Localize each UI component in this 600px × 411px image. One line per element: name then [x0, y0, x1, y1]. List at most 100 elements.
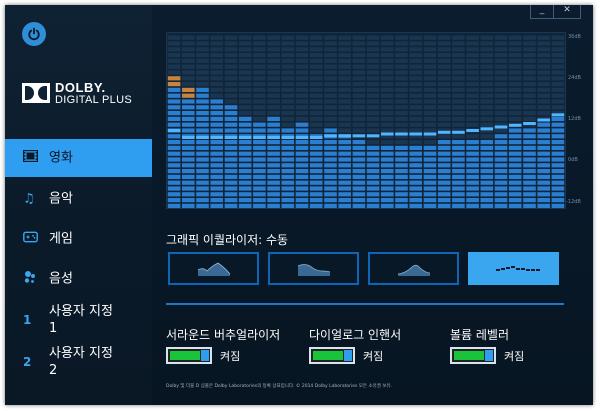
- eq-band-column[interactable]: [267, 35, 280, 208]
- eq-level-marker: [551, 113, 565, 117]
- volume-leveler-toggle[interactable]: [450, 347, 496, 364]
- eq-band-column[interactable]: [494, 35, 508, 208]
- eq-segment: [480, 192, 494, 197]
- toggle-thumb[interactable]: [344, 350, 352, 361]
- eq-segment: [452, 64, 465, 69]
- eq-segment: [437, 70, 451, 75]
- eq-segment: [338, 198, 351, 203]
- eq-segment: [537, 53, 550, 58]
- eq-segment: [238, 116, 252, 121]
- eq-segment: [182, 70, 195, 75]
- surround-virtualizer-toggle[interactable]: [166, 347, 212, 364]
- eq-segment: [295, 151, 309, 156]
- sidebar-item-custom-1[interactable]: 1 사용자 지정 1: [5, 300, 152, 340]
- preset-open-button[interactable]: [168, 252, 259, 285]
- eq-band-column[interactable]: [338, 35, 351, 208]
- eq-segment: [381, 122, 394, 127]
- toggle-fill: [454, 351, 484, 360]
- eq-band-column[interactable]: [324, 35, 337, 208]
- eq-band-column[interactable]: [196, 35, 209, 208]
- eq-band-column[interactable]: [210, 35, 223, 208]
- eq-segment: [480, 134, 494, 139]
- toggle-thumb[interactable]: [485, 350, 493, 361]
- eq-segment: [182, 53, 195, 58]
- close-button[interactable]: ✕: [553, 5, 581, 19]
- number-1-icon: 1: [23, 313, 32, 327]
- eq-segment: [437, 145, 451, 150]
- eq-band-column[interactable]: [508, 35, 522, 208]
- eq-segment: [338, 111, 351, 116]
- power-button[interactable]: [22, 22, 46, 46]
- sidebar-item-game[interactable]: 게임: [5, 220, 152, 258]
- eq-segment: [309, 140, 323, 145]
- eq-segment: [182, 99, 195, 104]
- eq-band-column[interactable]: [437, 35, 451, 208]
- dialogue-enhancer-toggle[interactable]: [309, 347, 355, 364]
- eq-band-column[interactable]: [395, 35, 408, 208]
- eq-band-column[interactable]: [224, 35, 238, 208]
- eq-segment: [182, 157, 195, 162]
- eq-band-column[interactable]: [366, 35, 380, 208]
- eq-band-column[interactable]: [295, 35, 309, 208]
- sidebar-item-movie[interactable]: 영화: [5, 139, 152, 177]
- eq-segment: [324, 41, 337, 46]
- eq-band-column[interactable]: [523, 35, 536, 208]
- eq-segment: [480, 70, 494, 75]
- preset-manual-button[interactable]: [468, 252, 559, 285]
- eq-segment: [452, 140, 465, 145]
- eq-segment: [366, 116, 380, 121]
- sidebar-item-voice[interactable]: 음성: [5, 260, 152, 298]
- eq-segment: [210, 116, 223, 121]
- eq-segment: [324, 128, 337, 133]
- preset-rich-button[interactable]: [268, 252, 359, 285]
- eq-band-column[interactable]: [423, 35, 437, 208]
- eq-band-column[interactable]: [281, 35, 295, 208]
- eq-segment: [238, 128, 252, 133]
- eq-segment: [295, 116, 309, 121]
- eq-segment: [295, 157, 309, 162]
- eq-band-column[interactable]: [238, 35, 252, 208]
- eq-segment: [466, 151, 479, 156]
- eq-segment: [253, 53, 266, 58]
- eq-segment: [224, 41, 238, 46]
- eq-band-column[interactable]: [167, 35, 181, 208]
- preset-focused-button[interactable]: [368, 252, 459, 285]
- graphic-equalizer-display[interactable]: [166, 32, 566, 209]
- toggle-thumb[interactable]: [201, 350, 209, 361]
- eq-segment: [210, 82, 223, 87]
- eq-band-column[interactable]: [309, 35, 323, 208]
- eq-band-column[interactable]: [352, 35, 366, 208]
- eq-band-column[interactable]: [253, 35, 266, 208]
- minimize-button[interactable]: _: [530, 5, 554, 19]
- eq-band-column[interactable]: [381, 35, 394, 208]
- eq-segment: [508, 198, 522, 203]
- sidebar-item-label: 영화: [49, 150, 73, 166]
- sidebar-item-custom-2[interactable]: 2 사용자 지정 2: [5, 342, 152, 382]
- eq-segment: [182, 82, 195, 87]
- eq-segment: [466, 82, 479, 87]
- eq-band-column[interactable]: [480, 35, 494, 208]
- eq-segment: [395, 93, 408, 98]
- eq-segment: [253, 180, 266, 185]
- eq-segment: [466, 41, 479, 46]
- eq-segment: [395, 87, 408, 92]
- eq-band-column[interactable]: [537, 35, 550, 208]
- eq-segment: [452, 116, 465, 121]
- eq-band-column[interactable]: [466, 35, 479, 208]
- eq-segment: [381, 169, 394, 174]
- eq-segment: [409, 198, 422, 203]
- eq-segment: [253, 192, 266, 197]
- eq-segment: [395, 192, 408, 197]
- eq-band-column[interactable]: [182, 35, 195, 208]
- eq-band-column[interactable]: [409, 35, 422, 208]
- eq-segment: [366, 128, 380, 133]
- eq-segment: [210, 99, 223, 104]
- eq-segment: [253, 116, 266, 121]
- eq-level-marker: [423, 132, 437, 136]
- eq-segment: [196, 111, 209, 116]
- eq-band-column[interactable]: [452, 35, 465, 208]
- db-label: 24dB: [568, 75, 581, 81]
- sidebar-item-music[interactable]: ♫ 음악: [5, 180, 152, 218]
- eq-segment: [466, 87, 479, 92]
- eq-band-column[interactable]: [551, 35, 565, 208]
